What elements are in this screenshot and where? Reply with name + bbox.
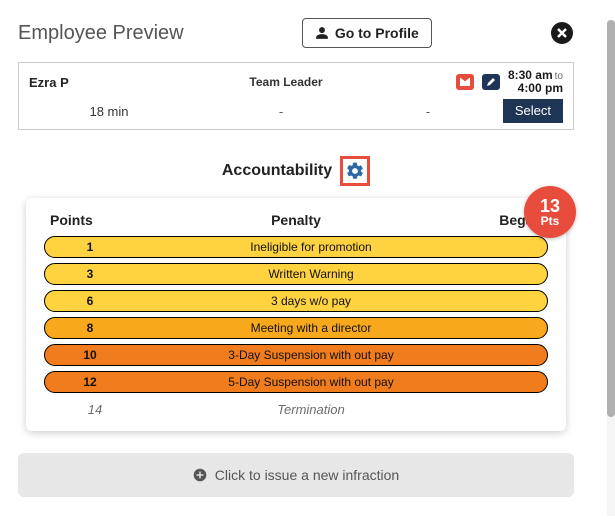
tier-penalty: Written Warning [135,267,487,281]
termination-penalty: Termination [140,402,482,417]
employee-duration: 18 min [29,104,189,119]
mail-icon[interactable] [456,74,474,90]
go-to-profile-label: Go to Profile [335,25,419,41]
accountability-column-headers: Points Penalty Began [44,210,548,236]
shift-time: 8:30 amto 4:00 pm [508,69,563,95]
shift-end: 4:00 pm [508,82,563,95]
tier-penalty: Ineligible for promotion [135,240,487,254]
penalty-tier-row: 63 days w/o pay [44,290,548,312]
tier-points: 10 [45,348,135,362]
tier-points: 1 [45,240,135,254]
tier-points: 12 [45,375,135,389]
accountability-header: Accountability [18,156,574,186]
user-icon [315,26,329,40]
col-penalty: Penalty [140,212,452,228]
accountability-settings-button[interactable] [340,156,370,186]
accountability-card: Points Penalty Began 1Ineligible for pro… [26,198,566,431]
edit-icon[interactable] [482,74,500,90]
shift-start: 8:30 am [508,68,553,82]
tier-points: 6 [45,294,135,308]
page-title: Employee Preview [18,22,184,45]
penalty-tier-row: 103-Day Suspension with out pay [44,344,548,366]
go-to-profile-button[interactable]: Go to Profile [302,18,432,48]
penalty-tier-row: 1Ineligible for promotion [44,236,548,258]
current-points-badge: 13 Pts [524,186,576,238]
tier-points: 8 [45,321,135,335]
penalty-tier-list: 1Ineligible for promotion3Written Warnin… [44,236,548,393]
col-points: Points [50,212,140,228]
employee-col-1: - [189,104,373,119]
close-button[interactable] [550,21,574,45]
penalty-tier-row: 125-Day Suspension with out pay [44,371,548,393]
accountability-title: Accountability [222,162,332,180]
vertical-scrollbar[interactable] [607,20,615,516]
issue-infraction-label: Click to issue a new infraction [215,467,399,483]
employee-col-2: - [373,104,483,119]
tier-penalty: 3-Day Suspension with out pay [135,348,487,362]
current-points-unit: Pts [541,215,560,227]
close-icon [550,21,574,45]
tier-penalty: 3 days w/o pay [135,294,487,308]
modal-header: Employee Preview Go to Profile [18,18,574,48]
gear-icon [345,161,365,181]
tier-points: 3 [45,267,135,281]
employee-summary-card: Ezra P Team Leader 8:30 amto 4:00 pm [18,62,574,130]
select-button[interactable]: Select [503,99,563,123]
plus-circle-icon [193,468,207,482]
penalty-tier-row: 3Written Warning [44,263,548,285]
penalty-tier-row: 8Meeting with a director [44,317,548,339]
termination-points: 14 [50,402,140,417]
tier-penalty: 5-Day Suspension with out pay [135,375,487,389]
employee-role: Team Leader [189,75,383,89]
tier-penalty: Meeting with a director [135,321,487,335]
penalty-termination-row: 14 Termination [44,398,548,417]
current-points-value: 13 [540,197,560,215]
issue-infraction-button[interactable]: Click to issue a new infraction [18,453,574,497]
employee-name: Ezra P [29,75,189,90]
